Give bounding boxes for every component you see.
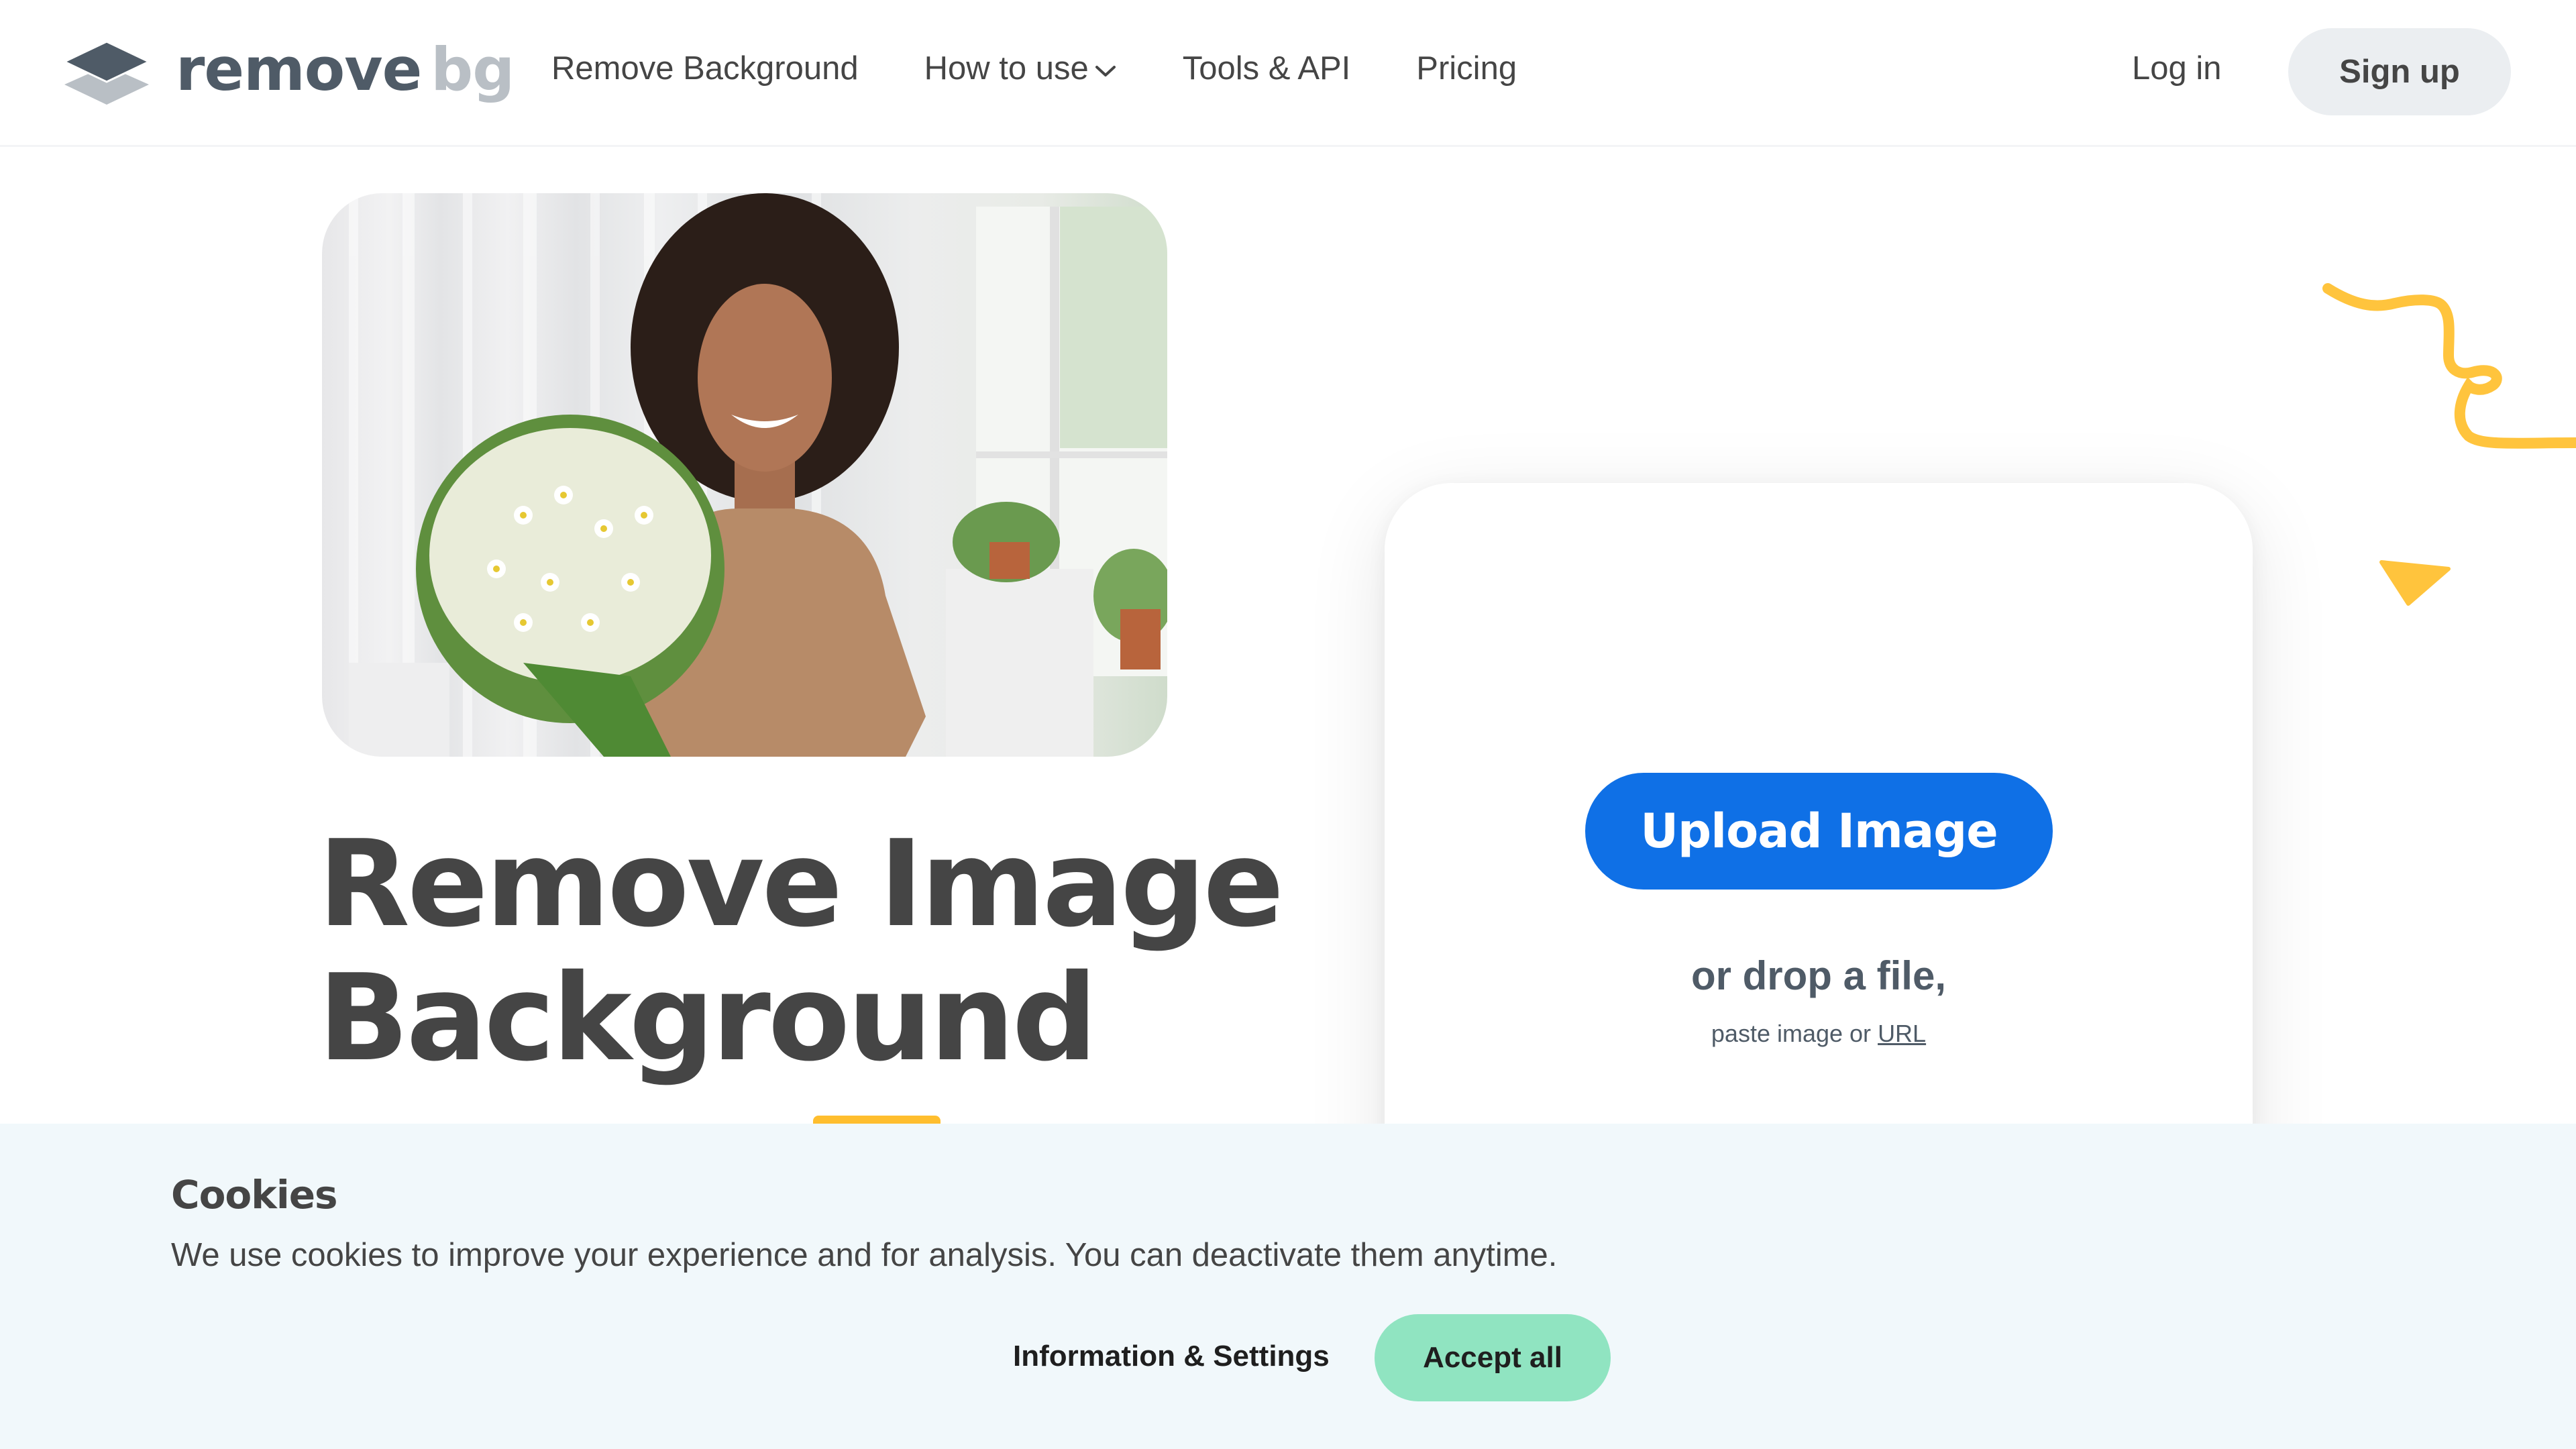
cookie-banner: Cookies We use cookies to improve your e… — [0, 1124, 2576, 1449]
hero-photo — [322, 193, 1167, 757]
login-link[interactable]: Log in — [2132, 50, 2222, 87]
information-settings-button[interactable]: Information & Settings — [1013, 1340, 1330, 1373]
drop-file-text: or drop a file, — [1690, 953, 1947, 998]
logo-wordmark: remove bg — [176, 40, 515, 99]
nav-how-to-use[interactable]: How to use — [924, 50, 1117, 87]
decorative-squiggle — [2281, 268, 2576, 751]
nav-label: Pricing — [1416, 50, 1517, 87]
page-title-line-2: Background — [318, 949, 1097, 1087]
chevron-down-icon — [1094, 58, 1117, 79]
paste-hint-text: paste image or — [1711, 1020, 1872, 1047]
main-nav: Remove Background How to use Tools & API… — [551, 50, 1582, 87]
cookie-title: Cookies — [171, 1172, 338, 1218]
site-header: remove bg Remove Background How to use To… — [0, 0, 2576, 147]
logo[interactable]: remove bg — [62, 37, 515, 111]
nav-tools-api[interactable]: Tools & API — [1183, 50, 1351, 87]
page-title-line-1: Remove Image — [318, 814, 1284, 953]
url-link[interactable]: URL — [1878, 1020, 1926, 1047]
upload-card[interactable]: Upload Image or drop a file, paste image… — [1385, 483, 2253, 1221]
cookie-message: We use cookies to improve your experienc… — [171, 1237, 1558, 1273]
logo-text-remove: remove — [176, 35, 422, 104]
nav-pricing[interactable]: Pricing — [1416, 50, 1517, 87]
nav-remove-background[interactable]: Remove Background — [551, 50, 859, 87]
logo-text-bg: bg — [431, 35, 515, 104]
upload-image-button[interactable]: Upload Image — [1585, 773, 2053, 890]
nav-label: How to use — [924, 50, 1089, 87]
paste-hint: paste image or URL — [1385, 1020, 2253, 1048]
nav-label: Remove Background — [551, 50, 859, 87]
layers-diamond-icon — [62, 40, 152, 105]
page-title: Remove Image Background — [318, 814, 1284, 1087]
squiggle-icon — [2322, 283, 2576, 606]
nav-label: Tools & API — [1182, 50, 1351, 87]
photo-illustration — [349, 193, 1167, 757]
signup-button[interactable]: Sign up — [2288, 28, 2511, 115]
accept-all-button[interactable]: Accept all — [1375, 1314, 1611, 1401]
